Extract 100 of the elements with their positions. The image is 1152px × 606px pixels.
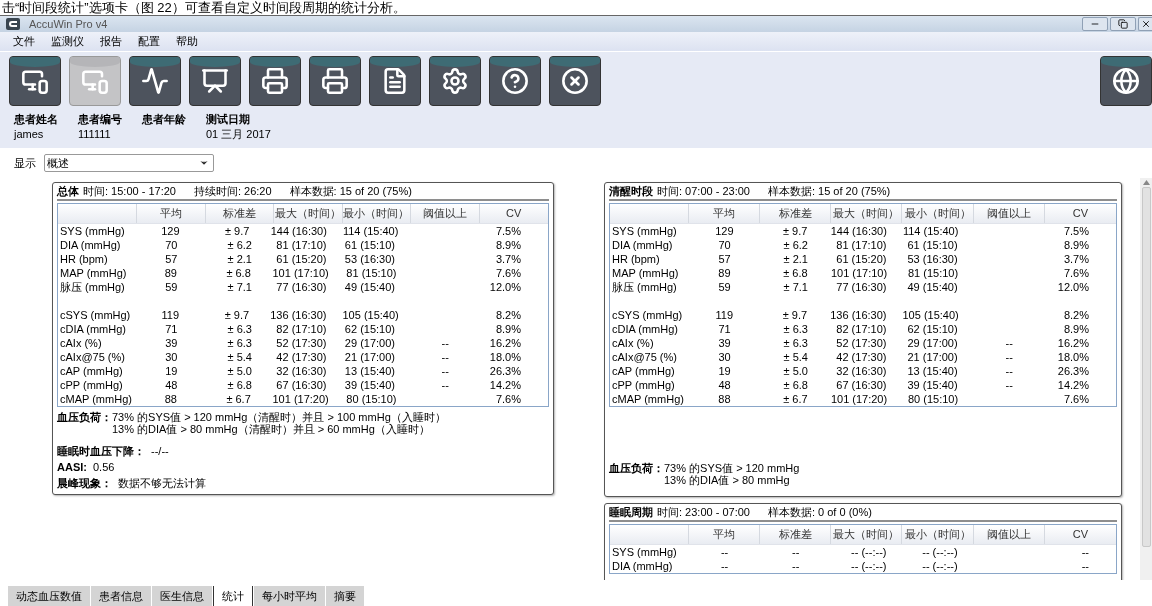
table-cell: 8.2%: [1063, 309, 1089, 321]
patient-field-label: 测试日期: [206, 112, 251, 127]
table-cell: --: [1005, 365, 1013, 377]
patient-field-label: 患者编号: [78, 112, 122, 127]
menu-item[interactable]: 报告: [100, 33, 122, 50]
metric-label: 睡眠时血压下降：: [57, 445, 145, 457]
bp-load-text: 73% 的SYS值 > 120 mmHg（清醒时）并且 > 100 mmHg（入睡时）: [112, 411, 446, 423]
row-label: SYS (mmHg): [612, 225, 677, 237]
help-icon: [501, 67, 529, 95]
row-label: cAP (mmHg): [60, 365, 123, 377]
toolbar-button[interactable]: [489, 56, 541, 106]
table-cell: --: [441, 379, 449, 391]
toolbar-button[interactable]: [309, 56, 361, 106]
table-cell: 12.0%: [489, 281, 521, 293]
table-cell: 8.9%: [495, 239, 521, 251]
dropdown-caret-icon: [199, 158, 209, 168]
table-cell: 62 (15:10): [907, 323, 958, 335]
column-header: 阈值以上: [986, 527, 1031, 543]
close-icon: [561, 67, 589, 95]
bp-load-text: 13% 的DIA值 > 80 mmHg（清醒时）并且 > 60 mmHg（入睡时）: [112, 423, 430, 435]
toolbar-button[interactable]: [549, 56, 601, 106]
table-cell: 19: [165, 365, 178, 377]
column-header: 最大（时间）: [833, 527, 900, 543]
column-header: 最大（时间）: [274, 206, 341, 222]
table-cell: ± 6.7: [226, 393, 251, 405]
table-cell: 39: [718, 337, 731, 349]
tab[interactable]: 患者信息: [91, 586, 151, 606]
column-header: 标准差: [778, 206, 812, 222]
menu-item[interactable]: 帮助: [176, 33, 198, 50]
table-cell: ± 5.0: [227, 365, 252, 377]
menu-item[interactable]: 配置: [138, 33, 160, 50]
panel-samples: 样本数据: 15 of 20 (75%): [767, 183, 891, 199]
restore-button[interactable]: [1110, 17, 1136, 31]
table-cell: --: [792, 546, 800, 558]
bp-load-label: 血压负荷：: [57, 411, 112, 425]
display-dropdown[interactable]: 概述: [44, 154, 214, 172]
table-cell: 105 (15:40): [902, 309, 959, 321]
table-cell: 82 (17:10): [276, 323, 327, 335]
row-label: cDIA (mmHg): [612, 323, 678, 335]
table-cell: --: [1081, 560, 1089, 572]
table-cell: 8.9%: [1063, 323, 1089, 335]
tab[interactable]: 动态血压数值: [8, 586, 90, 606]
table-cell: 30: [165, 351, 178, 363]
toolbar-button[interactable]: [129, 56, 181, 106]
settings-icon: [441, 67, 469, 95]
toolbar-button[interactable]: [369, 56, 421, 106]
table-cell: 61 (15:10): [907, 239, 958, 251]
table-cell: 114 (15:40): [342, 225, 399, 237]
column-header: 平均: [159, 206, 182, 222]
row-label: HR (bpm): [612, 253, 660, 265]
bp-load-text: 73% 的SYS值 > 120 mmHg: [664, 462, 800, 474]
table-cell: 81 (17:10): [276, 239, 327, 251]
table-cell: 52 (17:30): [276, 337, 327, 349]
row-label: MAP (mmHg): [612, 267, 679, 279]
menu-item[interactable]: 文件: [13, 33, 35, 50]
row-label: cMAP (mmHg): [60, 393, 132, 405]
panel-duration: 持续时间: 26:20: [193, 183, 272, 199]
toolbar-button[interactable]: [249, 56, 301, 106]
table-cell: ± 5.0: [783, 365, 808, 377]
column-header: CV: [506, 206, 522, 222]
table-cell: 101 (17:10): [272, 267, 329, 279]
metric-value: --/--: [151, 445, 169, 457]
table-cell: 7.6%: [495, 267, 521, 279]
toolbar-button[interactable]: [429, 56, 481, 106]
row-label: HR (bpm): [60, 253, 108, 265]
tab[interactable]: 医生信息: [152, 586, 212, 606]
close-button[interactable]: [1138, 17, 1152, 31]
globe-icon: [1112, 67, 1140, 95]
table-cell: 81 (17:10): [836, 239, 887, 251]
toolbar-button[interactable]: [189, 56, 241, 106]
table-cell: 61 (15:10): [344, 239, 395, 251]
table-cell: 32 (16:30): [276, 365, 327, 377]
tab[interactable]: 统计: [213, 586, 253, 606]
row-label: DIA (mmHg): [612, 560, 673, 572]
toolbar-button[interactable]: [9, 56, 61, 106]
tab[interactable]: 每小时平均: [254, 586, 325, 606]
table-cell: -- (--:--): [922, 560, 958, 572]
table-cell: 42 (17:30): [836, 351, 887, 363]
scrollbar[interactable]: [1140, 178, 1152, 580]
table-cell: 29 (17:00): [907, 337, 958, 349]
table-cell: 52 (17:30): [836, 337, 887, 349]
table-cell: ± 6.2: [227, 239, 252, 251]
column-header: 最小（时间）: [904, 206, 971, 222]
row-label: cAIx (%): [60, 337, 102, 349]
scrollbar-thumb[interactable]: [1141, 187, 1151, 547]
device-monitor-icon: [81, 67, 109, 95]
panel-title: 总体: [57, 183, 79, 199]
menu-item[interactable]: 监测仪: [51, 33, 84, 50]
row-label: 脉压 (mmHg): [60, 281, 125, 293]
toolbar-button[interactable]: [1100, 56, 1152, 106]
scroll-up-arrow-icon[interactable]: [1142, 180, 1150, 185]
table-cell: --: [720, 546, 729, 558]
table-cell: ± 9.7: [225, 225, 250, 237]
table-cell: 136 (16:30): [830, 309, 887, 321]
panel-time: 时间: 15:00 - 17:20: [83, 183, 176, 199]
table-cell: -- (--:--): [851, 546, 887, 558]
tab[interactable]: 摘要: [326, 586, 364, 606]
row-label: cSYS (mmHg): [612, 309, 683, 321]
table-cell: 7.6%: [1063, 267, 1089, 279]
panel-samples: 样本数据: 0 of 0 (0%): [767, 504, 872, 520]
